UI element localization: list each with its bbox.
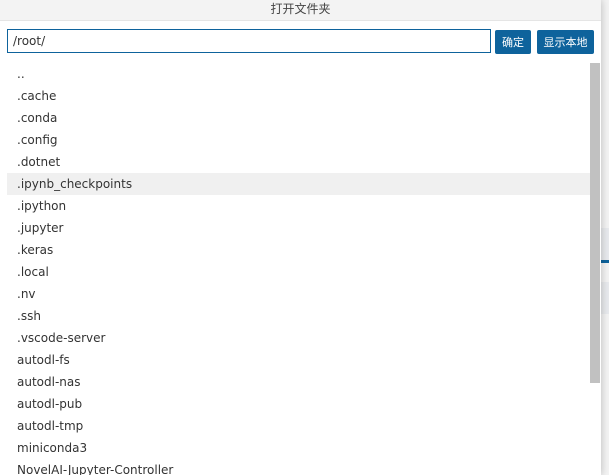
- folder-item[interactable]: .local: [7, 261, 590, 283]
- folder-item[interactable]: .config: [7, 129, 590, 151]
- confirm-button[interactable]: 确定: [495, 30, 531, 54]
- folder-item[interactable]: autodl-tmp: [7, 415, 590, 437]
- folder-item[interactable]: .dotnet: [7, 151, 590, 173]
- folder-item[interactable]: .nv: [7, 283, 590, 305]
- folder-item[interactable]: .ssh: [7, 305, 590, 327]
- folder-item[interactable]: .conda: [7, 107, 590, 129]
- folder-item[interactable]: .cache: [7, 85, 590, 107]
- folder-item[interactable]: .vscode-server: [7, 327, 590, 349]
- list-scrollbar-thumb[interactable]: [590, 63, 600, 383]
- open-folder-dialog: 打开文件夹 确定 显示本地 .. .cache .conda .config .…: [0, 0, 601, 475]
- folder-item[interactable]: autodl-nas: [7, 371, 590, 393]
- folder-item[interactable]: .jupyter: [7, 217, 590, 239]
- folder-item-hovered[interactable]: .ipynb_checkpoints: [7, 173, 590, 195]
- folder-list: .. .cache .conda .config .dotnet .ipynb_…: [7, 63, 590, 475]
- folder-item[interactable]: NovelAI-Jupyter-Controller: [7, 459, 590, 475]
- show-local-button[interactable]: 显示本地: [537, 30, 594, 54]
- folder-item[interactable]: autodl-pub: [7, 393, 590, 415]
- background-accent-line: [601, 260, 609, 263]
- folder-item[interactable]: .ipython: [7, 195, 590, 217]
- folder-item[interactable]: .keras: [7, 239, 590, 261]
- path-input[interactable]: [7, 29, 491, 53]
- folder-item[interactable]: miniconda3: [7, 437, 590, 459]
- path-input-row: 确定 显示本地: [7, 29, 597, 55]
- folder-item-parent[interactable]: ..: [7, 63, 590, 85]
- folder-item[interactable]: autodl-fs: [7, 349, 590, 371]
- dialog-title: 打开文件夹: [0, 0, 601, 21]
